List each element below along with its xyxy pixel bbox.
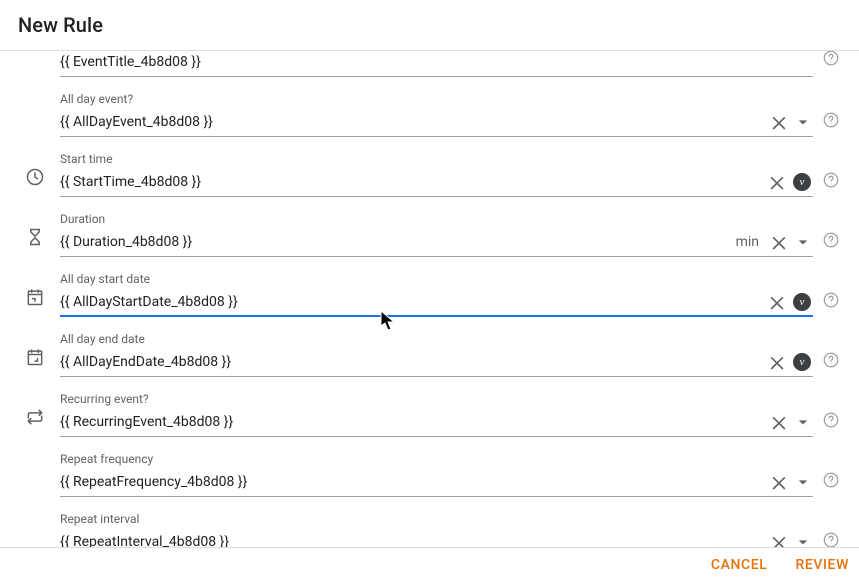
repeat-frequency-input[interactable]: {{ RepeatFrequency_4b8d08 }} bbox=[60, 474, 765, 490]
recurring-event-input[interactable]: {{ RecurringEvent_4b8d08 }} bbox=[60, 414, 765, 430]
chevron-down-icon[interactable] bbox=[793, 112, 813, 132]
close-icon[interactable] bbox=[769, 472, 789, 492]
duration-input[interactable]: {{ Duration_4b8d08 }} bbox=[60, 234, 736, 250]
variable-chip-icon[interactable]: v bbox=[793, 173, 811, 191]
cancel-button[interactable]: CANCEL bbox=[707, 551, 772, 579]
help-icon[interactable] bbox=[822, 231, 840, 253]
field-label: Duration bbox=[60, 212, 813, 226]
help-icon[interactable] bbox=[822, 51, 840, 71]
field-label: All day event? bbox=[60, 92, 813, 106]
field-label: All day end date bbox=[60, 332, 813, 346]
review-button[interactable]: REVIEW bbox=[791, 551, 853, 579]
close-icon[interactable] bbox=[767, 172, 787, 192]
repeat-interval-input[interactable]: {{ RepeatInterval_4b8d08 }} bbox=[60, 534, 765, 548]
help-icon[interactable] bbox=[822, 531, 840, 547]
help-icon[interactable] bbox=[822, 471, 840, 493]
close-icon[interactable] bbox=[767, 352, 787, 372]
chevron-down-icon[interactable] bbox=[793, 232, 813, 252]
event-title-input[interactable]: {{ EventTitle_4b8d08 }} bbox=[60, 54, 813, 70]
help-icon[interactable] bbox=[822, 351, 840, 373]
chevron-down-icon[interactable] bbox=[793, 472, 813, 492]
variable-chip-icon[interactable]: v bbox=[793, 293, 811, 311]
all-day-end-date-input[interactable]: {{ AllDayEndDate_4b8d08 }} bbox=[60, 354, 763, 370]
help-icon[interactable] bbox=[822, 411, 840, 433]
all-day-event-input[interactable]: {{ AllDayEvent_4b8d08 }} bbox=[60, 114, 765, 130]
field-label: Start time bbox=[60, 152, 813, 166]
repeat-icon bbox=[25, 407, 45, 431]
help-icon[interactable] bbox=[822, 291, 840, 313]
close-icon[interactable] bbox=[769, 232, 789, 252]
clock-icon bbox=[25, 167, 45, 191]
help-icon[interactable] bbox=[822, 171, 840, 193]
close-icon[interactable] bbox=[769, 112, 789, 132]
field-label: Repeat frequency bbox=[60, 452, 813, 466]
field-label: Recurring event? bbox=[60, 392, 813, 406]
field-label: All day start date bbox=[60, 272, 813, 286]
close-icon[interactable] bbox=[769, 532, 789, 548]
calendar-end-icon bbox=[25, 347, 45, 371]
variable-chip-icon[interactable]: v bbox=[793, 353, 811, 371]
calendar-start-icon bbox=[25, 287, 45, 311]
form-body: {{ EventTitle_4b8d08 }} All day event? {… bbox=[0, 51, 859, 547]
chevron-down-icon[interactable] bbox=[793, 412, 813, 432]
all-day-start-date-input[interactable]: {{ AllDayStartDate_4b8d08 }} bbox=[60, 294, 763, 310]
chevron-down-icon[interactable] bbox=[793, 532, 813, 548]
close-icon[interactable] bbox=[767, 292, 787, 312]
help-icon[interactable] bbox=[822, 111, 840, 133]
page-title: New Rule bbox=[18, 13, 103, 37]
field-label: Repeat interval bbox=[60, 512, 813, 526]
hourglass-icon bbox=[25, 227, 45, 251]
close-icon[interactable] bbox=[769, 412, 789, 432]
start-time-input[interactable]: {{ StartTime_4b8d08 }} bbox=[60, 174, 763, 190]
duration-unit-label: min bbox=[736, 234, 759, 250]
